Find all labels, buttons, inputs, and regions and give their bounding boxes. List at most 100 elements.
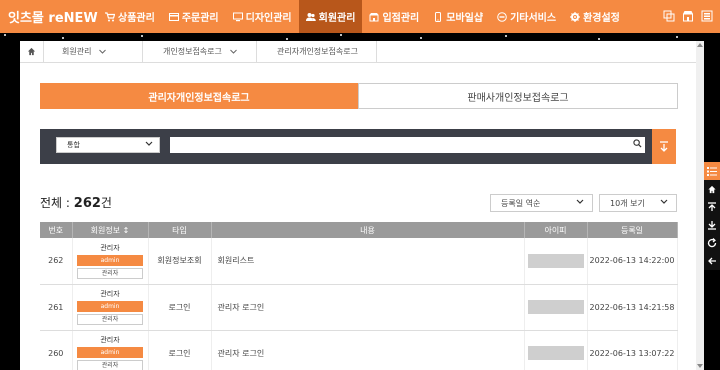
cell-content: 관리자 로그인 (211, 330, 525, 370)
cell-content: 회원리스트 (211, 238, 525, 285)
refresh-icon[interactable] (704, 234, 720, 252)
back-arrow-icon[interactable] (704, 252, 720, 270)
breadcrumb-label: 회원관리 (62, 47, 92, 56)
scroll-up-arrow-icon[interactable] (697, 43, 703, 47)
cell-date: 2022-06-13 14:22:00 (587, 238, 678, 285)
gear-icon (570, 11, 581, 22)
member-role: 관리자 (100, 243, 120, 252)
menu-vendors[interactable]: 입점관리 (362, 0, 426, 33)
menu-settings[interactable]: 환경설정 (563, 0, 627, 33)
cell-ip (524, 238, 588, 285)
search-type-select[interactable]: 통합 (56, 137, 160, 153)
ip-redacted (527, 300, 584, 314)
member-role: 관리자 (100, 290, 120, 298)
member-role-button[interactable]: 관리자 (77, 314, 143, 325)
cell-type: 로그인 (148, 330, 212, 370)
cell-no: 261 (40, 284, 73, 331)
search-toggle-button[interactable] (652, 129, 676, 164)
menu-label: 모바일샵 (446, 13, 484, 24)
search-icon[interactable] (633, 139, 642, 148)
chevron-down-icon (145, 141, 153, 146)
scroll-top-icon[interactable] (704, 198, 720, 216)
users-icon (305, 12, 316, 21)
menu-orders[interactable]: 주문관리 (162, 0, 226, 33)
page-size-select[interactable]: 10개 보기 (599, 194, 677, 212)
menu-label: 입점관리 (382, 13, 420, 24)
breadcrumb-item-admin-privacy-log[interactable]: 관리자개인정보접속로그 (257, 40, 377, 63)
menu-label: 상품관리 (118, 13, 155, 24)
menu-label: 기타서비스 (510, 13, 557, 24)
sort-order-select[interactable]: 등록일 역순 (490, 194, 593, 212)
menu-members[interactable]: 회원관리 (298, 0, 363, 33)
quick-menu (704, 162, 720, 270)
total-number: 262 (73, 196, 101, 211)
cell-no: 262 (40, 238, 73, 285)
home-icon[interactable] (704, 180, 720, 198)
content-panel: 회원관리 개인정보접속로그 관리자개인정보접속로그 관리자개인정보접속로그 판매… (20, 40, 696, 370)
cell-date: 2022-06-13 14:21:58 (587, 284, 678, 331)
member-role-button[interactable]: 관리자 (77, 360, 143, 370)
download-icon[interactable] (704, 216, 720, 234)
cell-ip (524, 284, 588, 331)
total-unit: 건 (100, 196, 112, 210)
menu-etc-services[interactable]: 기타서비스 (490, 0, 563, 33)
home-icon[interactable] (20, 40, 44, 63)
menu-label: 디자인관리 (245, 13, 292, 24)
breadcrumb: 회원관리 개인정보접속로그 관리자개인정보접속로그 (20, 40, 696, 63)
cell-no: 260 (40, 330, 73, 370)
search-bar: 통합 (40, 129, 652, 164)
menu-mobile[interactable]: 모바일샵 (426, 0, 490, 33)
cell-content: 관리자 로그인 (211, 284, 525, 331)
chevron-down-icon (99, 49, 107, 54)
cell-type: 회원정보조회 (148, 238, 212, 285)
sort-order-value: 등록일 역순 (501, 198, 541, 208)
table-row: 260 관리자 admin 관리자 로그인 관리자 로그인 2022-06-13… (40, 330, 678, 370)
top-utility-icons (662, 9, 714, 23)
chevron-down-icon (230, 49, 237, 54)
minus-circle-icon (497, 11, 507, 22)
ip-redacted (527, 253, 584, 268)
chevron-down-icon (576, 199, 584, 204)
cell-ip (524, 330, 588, 370)
breadcrumb-label: 개인정보접속로그 (163, 47, 222, 56)
scroll-down-arrow-icon[interactable] (697, 364, 703, 368)
logo[interactable]: 잇츠몰 reNEW (0, 7, 98, 26)
arrow-down-icon (660, 140, 668, 152)
column-header-date: 등록일 (587, 222, 678, 238)
mobile-icon (435, 11, 442, 22)
list-icon[interactable] (704, 162, 720, 180)
total-label: 전체 : (40, 196, 70, 210)
total-count: 전체 : 262건 (40, 194, 112, 211)
column-header-member[interactable]: 회원정보 ↕ (72, 222, 149, 238)
tab-admin-log[interactable]: 관리자개인정보접속로그 (40, 83, 358, 109)
member-role-button[interactable]: 관리자 (77, 267, 143, 279)
menu-grid-icon[interactable] (700, 9, 714, 23)
page-size-value: 10개 보기 (610, 198, 645, 208)
breadcrumb-label: 관리자개인정보접속로그 (277, 47, 358, 56)
store-icon (369, 12, 379, 21)
table-row: 261 관리자 admin 관리자 로그인 관리자 로그인 2022-06-13… (40, 284, 678, 331)
member-id-badge[interactable]: admin (77, 254, 143, 266)
menu-label: 회원관리 (318, 13, 356, 24)
page-scrollbar[interactable] (696, 41, 704, 370)
tab-seller-log[interactable]: 판매사개인정보접속로그 (358, 83, 678, 109)
menu-products[interactable]: 상품관리 (98, 0, 162, 33)
cell-type: 로그인 (148, 284, 212, 331)
table-header-row: 번호 회원정보 ↕ 타입 내용 아이피 등록일 (40, 222, 678, 238)
search-input[interactable] (170, 137, 645, 153)
shop-front-icon[interactable] (681, 9, 695, 23)
chevron-down-icon (660, 199, 668, 204)
menu-design[interactable]: 디자인관리 (226, 0, 299, 33)
cart-icon (105, 11, 115, 21)
member-role: 관리자 (100, 336, 120, 344)
breadcrumb-item-members[interactable]: 회원관리 (44, 40, 143, 63)
column-header-ip: 아이피 (524, 222, 588, 238)
card-icon (168, 12, 179, 21)
member-id-badge[interactable]: admin (77, 301, 143, 312)
monitor-icon (232, 12, 243, 21)
access-log-table: 번호 회원정보 ↕ 타입 내용 아이피 등록일 262 관리자 admin 관리… (40, 222, 678, 370)
breadcrumb-item-privacy-log[interactable]: 개인정보접속로그 (143, 40, 257, 63)
copy-icon[interactable] (662, 9, 676, 23)
member-id-badge[interactable]: admin (77, 347, 143, 358)
top-navigation-bar: 잇츠몰 reNEW 상품관리 주문관리 디자인관리 회원관리 입점관리 모바일샵 (0, 0, 720, 33)
